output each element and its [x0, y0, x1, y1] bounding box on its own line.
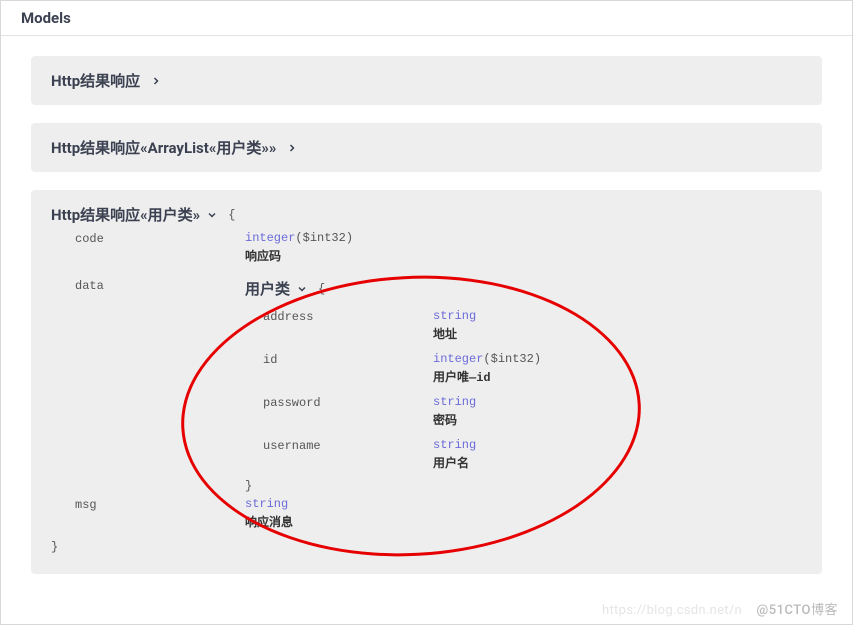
- model-title-row: Http结果响应: [51, 70, 802, 91]
- property-desc: 密码: [433, 411, 802, 428]
- property-row-msg: msg string 响应消息: [75, 497, 802, 530]
- property-row-username: username string 用户名: [263, 438, 802, 471]
- chevron-right-icon: [286, 142, 298, 154]
- nested-model-title[interactable]: 用户类: [245, 278, 290, 299]
- watermark-csdn: https://blog.csdn.net/n: [602, 603, 742, 618]
- property-type: string: [433, 309, 476, 323]
- close-brace: }: [245, 479, 802, 493]
- page: Models Http结果响应 Http结果响应«ArrayList«用户类»»: [0, 0, 853, 625]
- property-desc: 用户唯—id: [433, 368, 802, 385]
- chevron-down-icon[interactable]: [206, 209, 218, 221]
- property-name: id: [263, 352, 433, 367]
- property-type: string: [433, 395, 476, 409]
- open-brace: {: [228, 208, 235, 222]
- property-row-code: code integer($int32) 响应码: [75, 231, 802, 264]
- models-section-header[interactable]: Models: [1, 1, 852, 36]
- model-title-row: Http结果响应«ArrayList«用户类»»: [51, 137, 802, 158]
- model-title: Http结果响应«ArrayList«用户类»»: [51, 137, 276, 158]
- model-title: Http结果响应: [51, 70, 140, 91]
- property-desc: 响应消息: [245, 513, 802, 530]
- property-row-data: data 用户类 { address: [75, 278, 802, 493]
- property-type: integer: [245, 231, 295, 245]
- property-name: msg: [75, 497, 245, 512]
- model-block-http-result[interactable]: Http结果响应: [31, 56, 822, 105]
- property-name: data: [75, 278, 245, 293]
- property-type: string: [433, 438, 476, 452]
- property-name: username: [263, 438, 433, 453]
- chevron-right-icon: [150, 75, 162, 87]
- watermark-51cto: @51CTO博客: [757, 599, 838, 618]
- model-expanded-title[interactable]: Http结果响应«用户类»: [51, 204, 200, 225]
- property-desc: 响应码: [245, 247, 802, 264]
- property-row-address: address string 地址: [263, 309, 802, 342]
- schema-root: Http结果响应«用户类» { code integer($int32) 响应码: [51, 204, 802, 554]
- model-block-http-result-user-expanded: Http结果响应«用户类» { code integer($int32) 响应码: [31, 190, 822, 574]
- close-brace: }: [51, 540, 802, 554]
- property-name: address: [263, 309, 433, 324]
- model-block-http-result-arraylist[interactable]: Http结果响应«ArrayList«用户类»»: [31, 123, 822, 172]
- property-type: integer: [433, 352, 483, 366]
- property-format: ($int32): [295, 231, 353, 245]
- property-row-password: password string 密码: [263, 395, 802, 428]
- models-title: Models: [21, 9, 71, 27]
- property-row-id: id integer($int32) 用户唯—id: [263, 352, 802, 385]
- models-content: Http结果响应 Http结果响应«ArrayList«用户类»» Http结果…: [1, 36, 852, 612]
- open-brace: {: [318, 282, 325, 296]
- property-format: ($int32): [483, 352, 541, 366]
- property-name: code: [75, 231, 245, 246]
- property-desc: 用户名: [433, 454, 802, 471]
- chevron-down-icon[interactable]: [296, 283, 308, 295]
- property-type: string: [245, 497, 288, 511]
- property-desc: 地址: [433, 325, 802, 342]
- property-name: password: [263, 395, 433, 410]
